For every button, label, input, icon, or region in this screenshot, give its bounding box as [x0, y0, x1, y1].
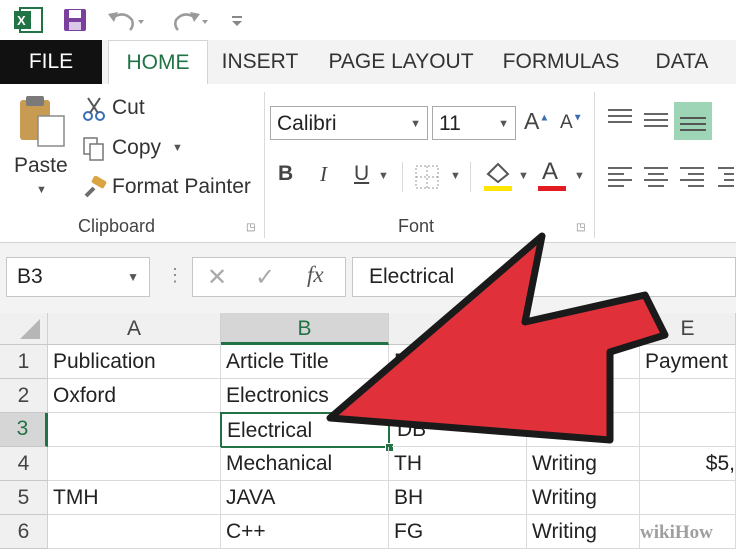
wikihow-watermark: wikiHow	[640, 522, 713, 543]
red-arrow-overlay	[326, 232, 669, 444]
